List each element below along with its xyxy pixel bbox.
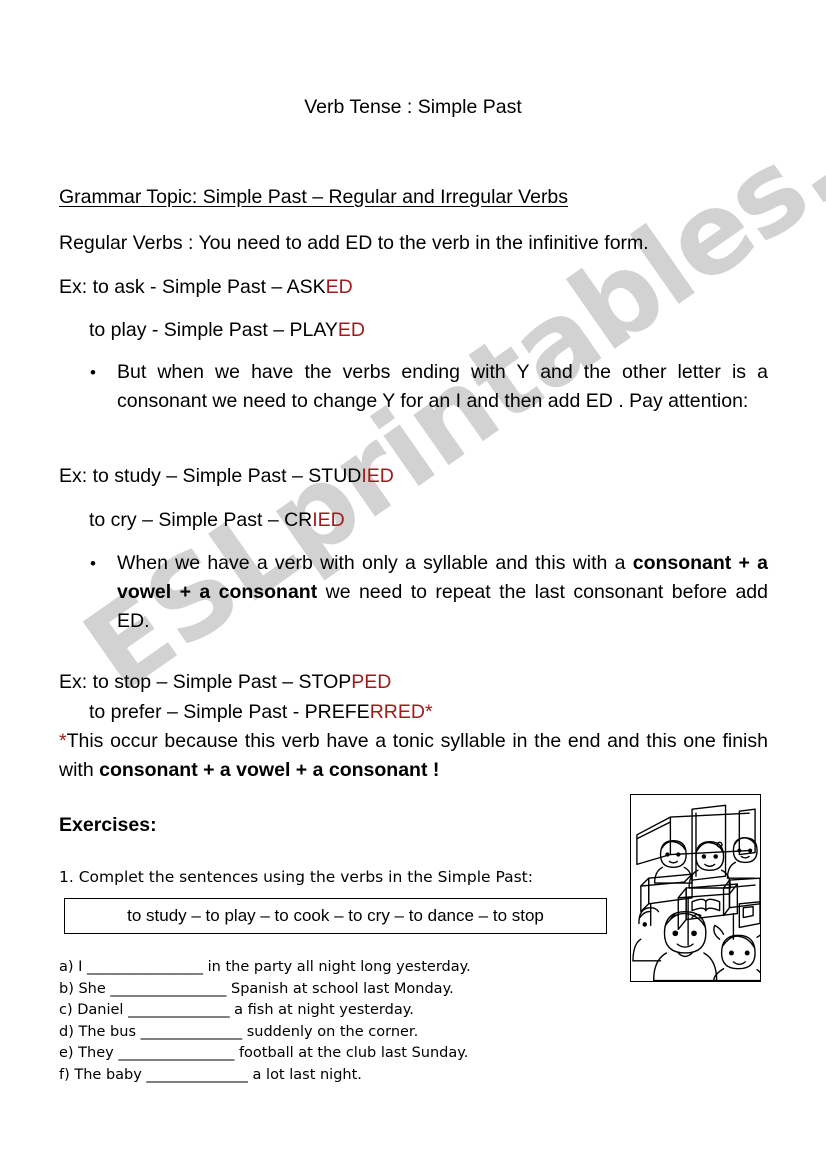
example-stop-suffix: PED [351,671,392,693]
exercise-1-sentences: a) I ________________ in the party all n… [59,957,579,1086]
rule-bullet-double-consonant-head: When we have a verb with only a syllable… [117,552,633,574]
list-item[interactable]: c) Daniel ______________ a fish at night… [59,1000,579,1022]
example-cry: to cry – Simple Past – CRIED [89,506,345,535]
footnote-tail-2: ! [427,759,440,781]
footnote-tonic-syllable: *This occur because this verb have a ton… [59,727,768,785]
cvc-pattern-bold-2: consonant + a vowel + a consonant [99,759,428,781]
example-study-plain: Ex: to study – Simple Past – STUD [59,465,362,487]
example-stop: Ex: to stop – Simple Past – STOPPED [59,668,391,697]
example-ask-suffix: ED [325,276,353,298]
rule-bullet-y-to-i-tail: Pay attention: [629,390,749,412]
example-cry-plain: to cry – Simple Past – CR [89,509,313,531]
list-item[interactable]: e) They ________________ football at the… [59,1043,579,1065]
verb-bank-box: to study – to play – to cook – to cry – … [64,898,607,934]
example-prefer-plain: to prefer – Simple Past - PREFE [89,701,370,723]
footnote-head: This occur because this verb have a toni… [66,730,677,752]
example-play-suffix: ED [337,319,366,341]
rule-bullet-y-to-i-text: But when we have the verbs ending with Y… [117,358,768,416]
exercises-heading: Exercises: [59,814,157,836]
rule-bullet-y-to-i: But when we have the verbs ending with Y… [90,358,768,416]
list-item[interactable]: b) She ________________ Spanish at schoo… [59,979,579,1001]
example-ask-plain: Ex: to ask - Simple Past – ASK [59,276,326,298]
example-prefer: to prefer – Simple Past - PREFERRED* [89,698,433,727]
classroom-children-icon [632,804,760,981]
exercise-1-instruction: 1. Complet the sentences using the verbs… [59,868,533,886]
footnote-asterisk: * [59,730,67,752]
rule-bullet-double-consonant-head2: we need to repeat the last [317,581,565,603]
example-ask: Ex: to ask - Simple Past – ASKED [59,273,353,302]
list-item[interactable]: a) I ________________ in the party all n… [59,957,579,979]
example-prefer-suffix: RRED* [369,701,433,723]
rule-bullet-double-consonant: When we have a verb with only a syllable… [90,549,768,636]
list-item[interactable]: d) The bus ______________ suddenly on th… [59,1022,579,1044]
example-cry-suffix: IED [312,509,345,531]
example-study: Ex: to study – Simple Past – STUDIED [59,462,394,491]
classroom-illustration [630,794,761,982]
example-play: to play - Simple Past – PLAYED [89,316,365,345]
worksheet-page: ESLprintables.com Verb Tense : Simple Pa… [0,0,826,1169]
rule-bullet-double-consonant-text: When we have a verb with only a syllable… [117,549,768,636]
example-play-plain: to play - Simple Past – PLAY [89,319,338,341]
page-title: Verb Tense : Simple Past [304,96,522,118]
list-item[interactable]: f) The baby ______________ a lot last ni… [59,1065,579,1087]
regular-verbs-rule: Regular Verbs : You need to add ED to th… [59,232,649,254]
verb-bank-list: to study – to play – to cook – to cry – … [127,906,544,925]
example-study-suffix: IED [361,465,394,487]
example-stop-plain: Ex: to stop – Simple Past – STOP [59,671,352,693]
grammar-topic-heading: Grammar Topic: Simple Past – Regular and… [59,186,569,208]
